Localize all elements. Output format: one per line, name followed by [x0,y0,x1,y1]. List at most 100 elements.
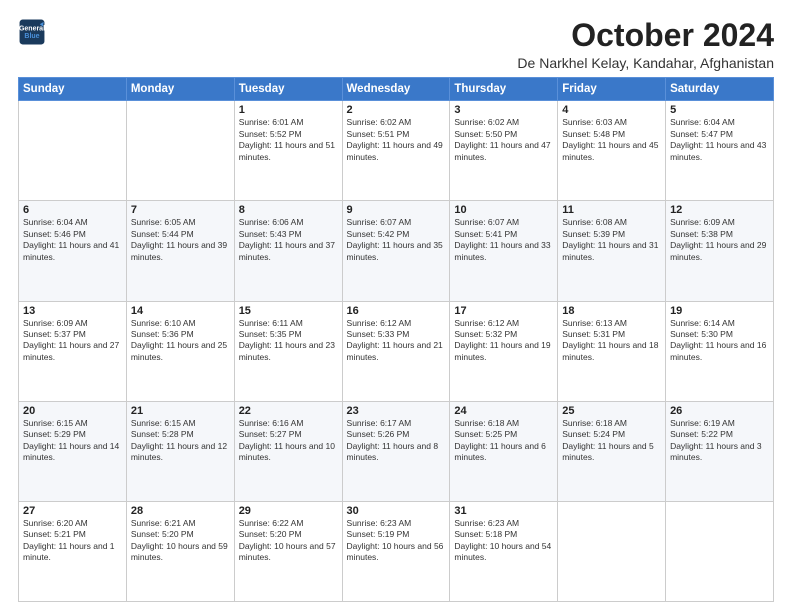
logo-icon: General Blue [18,18,46,46]
day-number: 18 [562,305,661,317]
day-info: Sunrise: 6:10 AM Sunset: 5:36 PM Dayligh… [131,318,230,364]
day-info: Sunrise: 6:02 AM Sunset: 5:50 PM Dayligh… [454,117,553,163]
day-info: Sunrise: 6:16 AM Sunset: 5:27 PM Dayligh… [239,418,338,464]
calendar-cell: 24Sunrise: 6:18 AM Sunset: 5:25 PM Dayli… [450,401,558,501]
day-info: Sunrise: 6:18 AM Sunset: 5:25 PM Dayligh… [454,418,553,464]
day-info: Sunrise: 6:12 AM Sunset: 5:32 PM Dayligh… [454,318,553,364]
day-number: 29 [239,505,338,517]
day-info: Sunrise: 6:19 AM Sunset: 5:22 PM Dayligh… [670,418,769,464]
calendar-cell: 25Sunrise: 6:18 AM Sunset: 5:24 PM Dayli… [558,401,666,501]
day-number: 6 [23,204,122,216]
day-info: Sunrise: 6:23 AM Sunset: 5:19 PM Dayligh… [347,518,446,564]
calendar-cell: 14Sunrise: 6:10 AM Sunset: 5:36 PM Dayli… [126,301,234,401]
calendar-cell: 8Sunrise: 6:06 AM Sunset: 5:43 PM Daylig… [234,201,342,301]
day-info: Sunrise: 6:15 AM Sunset: 5:29 PM Dayligh… [23,418,122,464]
calendar-cell [666,501,774,601]
day-number: 15 [239,305,338,317]
calendar-cell: 19Sunrise: 6:14 AM Sunset: 5:30 PM Dayli… [666,301,774,401]
day-number: 16 [347,305,446,317]
location: De Narkhel Kelay, Kandahar, Afghanistan [517,55,774,71]
day-number: 24 [454,405,553,417]
day-number: 28 [131,505,230,517]
day-info: Sunrise: 6:03 AM Sunset: 5:48 PM Dayligh… [562,117,661,163]
calendar-cell: 6Sunrise: 6:04 AM Sunset: 5:46 PM Daylig… [19,201,127,301]
day-info: Sunrise: 6:13 AM Sunset: 5:31 PM Dayligh… [562,318,661,364]
day-number: 21 [131,405,230,417]
day-info: Sunrise: 6:21 AM Sunset: 5:20 PM Dayligh… [131,518,230,564]
day-info: Sunrise: 6:05 AM Sunset: 5:44 PM Dayligh… [131,217,230,263]
calendar-cell: 13Sunrise: 6:09 AM Sunset: 5:37 PM Dayli… [19,301,127,401]
day-info: Sunrise: 6:06 AM Sunset: 5:43 PM Dayligh… [239,217,338,263]
calendar-cell: 26Sunrise: 6:19 AM Sunset: 5:22 PM Dayli… [666,401,774,501]
calendar-cell: 2Sunrise: 6:02 AM Sunset: 5:51 PM Daylig… [342,101,450,201]
day-info: Sunrise: 6:11 AM Sunset: 5:35 PM Dayligh… [239,318,338,364]
calendar-cell: 12Sunrise: 6:09 AM Sunset: 5:38 PM Dayli… [666,201,774,301]
day-number: 17 [454,305,553,317]
day-number: 25 [562,405,661,417]
calendar-cell: 5Sunrise: 6:04 AM Sunset: 5:47 PM Daylig… [666,101,774,201]
weekday-header: Monday [126,78,234,101]
calendar-cell: 10Sunrise: 6:07 AM Sunset: 5:41 PM Dayli… [450,201,558,301]
day-number: 4 [562,104,661,116]
weekday-header: Sunday [19,78,127,101]
day-info: Sunrise: 6:09 AM Sunset: 5:38 PM Dayligh… [670,217,769,263]
day-number: 9 [347,204,446,216]
month-title: October 2024 [517,18,774,53]
day-number: 22 [239,405,338,417]
day-number: 14 [131,305,230,317]
calendar-week-row: 1Sunrise: 6:01 AM Sunset: 5:52 PM Daylig… [19,101,774,201]
calendar-cell: 31Sunrise: 6:23 AM Sunset: 5:18 PM Dayli… [450,501,558,601]
day-info: Sunrise: 6:22 AM Sunset: 5:20 PM Dayligh… [239,518,338,564]
calendar-cell: 22Sunrise: 6:16 AM Sunset: 5:27 PM Dayli… [234,401,342,501]
day-info: Sunrise: 6:12 AM Sunset: 5:33 PM Dayligh… [347,318,446,364]
day-info: Sunrise: 6:07 AM Sunset: 5:41 PM Dayligh… [454,217,553,263]
calendar-week-row: 6Sunrise: 6:04 AM Sunset: 5:46 PM Daylig… [19,201,774,301]
svg-text:Blue: Blue [24,33,39,40]
calendar-cell: 18Sunrise: 6:13 AM Sunset: 5:31 PM Dayli… [558,301,666,401]
page: General Blue October 2024 De Narkhel Kel… [0,0,792,612]
calendar-cell: 27Sunrise: 6:20 AM Sunset: 5:21 PM Dayli… [19,501,127,601]
day-info: Sunrise: 6:09 AM Sunset: 5:37 PM Dayligh… [23,318,122,364]
day-number: 13 [23,305,122,317]
day-number: 10 [454,204,553,216]
day-info: Sunrise: 6:23 AM Sunset: 5:18 PM Dayligh… [454,518,553,564]
calendar-cell: 30Sunrise: 6:23 AM Sunset: 5:19 PM Dayli… [342,501,450,601]
weekday-header: Friday [558,78,666,101]
calendar-cell: 17Sunrise: 6:12 AM Sunset: 5:32 PM Dayli… [450,301,558,401]
calendar-cell: 23Sunrise: 6:17 AM Sunset: 5:26 PM Dayli… [342,401,450,501]
svg-text:General: General [19,25,45,32]
calendar-cell [558,501,666,601]
day-number: 30 [347,505,446,517]
day-info: Sunrise: 6:18 AM Sunset: 5:24 PM Dayligh… [562,418,661,464]
calendar-cell: 7Sunrise: 6:05 AM Sunset: 5:44 PM Daylig… [126,201,234,301]
calendar-cell: 3Sunrise: 6:02 AM Sunset: 5:50 PM Daylig… [450,101,558,201]
calendar-cell: 28Sunrise: 6:21 AM Sunset: 5:20 PM Dayli… [126,501,234,601]
day-info: Sunrise: 6:04 AM Sunset: 5:46 PM Dayligh… [23,217,122,263]
calendar-cell [126,101,234,201]
calendar-week-row: 13Sunrise: 6:09 AM Sunset: 5:37 PM Dayli… [19,301,774,401]
day-number: 2 [347,104,446,116]
day-number: 12 [670,204,769,216]
day-info: Sunrise: 6:15 AM Sunset: 5:28 PM Dayligh… [131,418,230,464]
calendar-header-row: SundayMondayTuesdayWednesdayThursdayFrid… [19,78,774,101]
calendar-week-row: 20Sunrise: 6:15 AM Sunset: 5:29 PM Dayli… [19,401,774,501]
title-block: October 2024 De Narkhel Kelay, Kandahar,… [517,18,774,71]
day-number: 31 [454,505,553,517]
weekday-header: Wednesday [342,78,450,101]
day-info: Sunrise: 6:02 AM Sunset: 5:51 PM Dayligh… [347,117,446,163]
calendar-week-row: 27Sunrise: 6:20 AM Sunset: 5:21 PM Dayli… [19,501,774,601]
day-number: 26 [670,405,769,417]
day-info: Sunrise: 6:07 AM Sunset: 5:42 PM Dayligh… [347,217,446,263]
weekday-header: Tuesday [234,78,342,101]
weekday-header: Saturday [666,78,774,101]
day-number: 11 [562,204,661,216]
day-info: Sunrise: 6:01 AM Sunset: 5:52 PM Dayligh… [239,117,338,163]
calendar-cell: 11Sunrise: 6:08 AM Sunset: 5:39 PM Dayli… [558,201,666,301]
day-number: 20 [23,405,122,417]
calendar-cell: 9Sunrise: 6:07 AM Sunset: 5:42 PM Daylig… [342,201,450,301]
day-number: 3 [454,104,553,116]
calendar-cell: 4Sunrise: 6:03 AM Sunset: 5:48 PM Daylig… [558,101,666,201]
calendar-cell: 16Sunrise: 6:12 AM Sunset: 5:33 PM Dayli… [342,301,450,401]
weekday-header: Thursday [450,78,558,101]
calendar-cell: 20Sunrise: 6:15 AM Sunset: 5:29 PM Dayli… [19,401,127,501]
